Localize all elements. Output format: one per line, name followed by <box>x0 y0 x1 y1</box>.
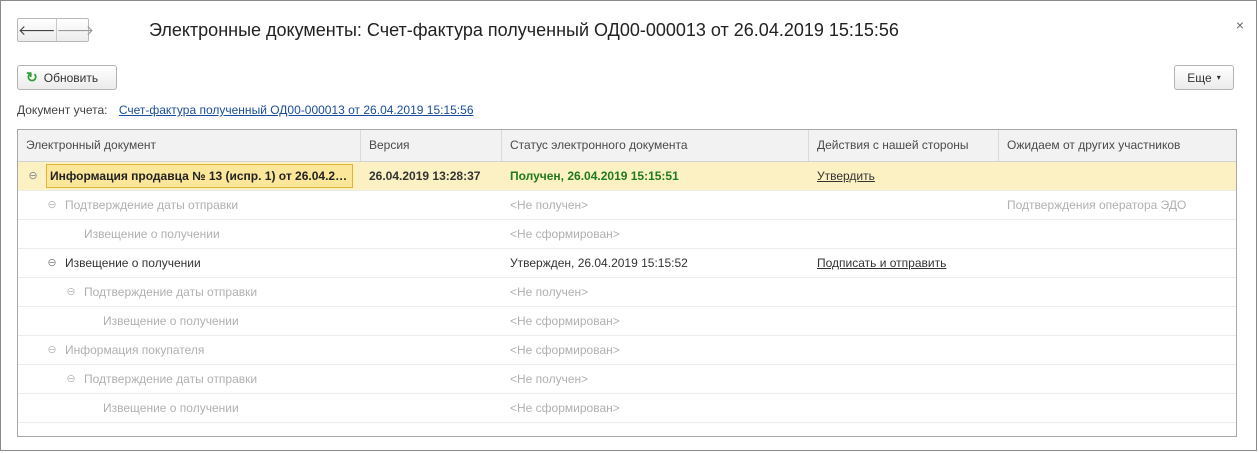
version-cell <box>361 365 502 393</box>
document-name-cell[interactable]: ⊖ Подтверждение даты отправки <box>18 191 361 219</box>
action-link[interactable]: Утвердить <box>817 169 875 183</box>
waiting-cell <box>999 278 1236 306</box>
document-name-cell[interactable]: ⊖ Информация продавца № 13 (испр. 1) от 2… <box>18 162 361 190</box>
table-row[interactable]: ⊖ Информация покупателя <Не сформирован> <box>18 336 1236 365</box>
document-name-cell[interactable]: Извещение о получении <box>18 394 361 422</box>
version-cell <box>361 191 502 219</box>
waiting-cell <box>999 162 1236 190</box>
more-label: Еще <box>1187 70 1212 85</box>
table-row[interactable]: ⊖ Подтверждение даты отправки <Не получен>… <box>18 191 1236 220</box>
waiting-cell <box>999 249 1236 277</box>
collapse-icon[interactable]: ⊖ <box>64 278 78 306</box>
table-row[interactable]: Извещение о получении <Не сформирован> <box>18 220 1236 249</box>
waiting-cell <box>999 307 1236 335</box>
version-cell <box>361 394 502 422</box>
document-name: Информация покупателя <box>65 343 205 357</box>
collapse-icon[interactable]: ⊖ <box>45 191 59 219</box>
waiting-cell <box>999 220 1236 248</box>
document-window: 🡐 🡒 Электронные документы: Счет-фактура … <box>0 0 1257 451</box>
document-name: Извещение о получении <box>65 256 201 270</box>
waiting-cell <box>999 365 1236 393</box>
status-cell: <Не сформирован> <box>510 343 620 357</box>
refresh-label: Обновить <box>43 70 99 85</box>
arrow-right-icon: 🡒 <box>56 21 95 38</box>
document-name-cell[interactable]: ⊖ Подтверждение даты отправки <box>18 365 361 393</box>
accounting-document-link[interactable]: Счет-фактура полученный ОД00-000013 от 2… <box>119 103 474 117</box>
column-header-waiting[interactable]: Ожидаем от других участников <box>999 130 1236 161</box>
document-name: Извещение о получении <box>103 401 239 415</box>
our-actions-cell <box>809 307 999 335</box>
table-row[interactable]: ⊖ Подтверждение даты отправки <Не получен> <box>18 365 1236 394</box>
document-name-cell[interactable]: ⊖ Подтверждение даты отправки <box>18 278 361 306</box>
document-name: Подтверждение даты отправки <box>84 372 258 386</box>
refresh-icon: ↻ <box>26 69 38 85</box>
window-title: Электронные документы: Счет-фактура полу… <box>149 20 899 40</box>
column-header-document[interactable]: Электронный документ <box>18 130 361 161</box>
status-cell: <Не получен> <box>510 198 589 212</box>
waiting-cell <box>999 394 1236 422</box>
column-header-our-actions[interactable]: Действия с нашей стороны <box>809 130 999 161</box>
status-cell: <Не сформирован> <box>510 401 620 415</box>
electronic-documents-table: Электронный документ Версия Статус элект… <box>17 129 1237 437</box>
our-actions-cell: Утвердить <box>809 162 999 190</box>
waiting-cell: Подтверждения оператора ЭДО <box>1007 198 1187 212</box>
document-name: Извещение о получении <box>103 314 239 328</box>
collapse-icon[interactable]: ⊖ <box>64 365 78 393</box>
document-name: Извещение о получении <box>84 227 220 241</box>
version-cell <box>361 220 502 248</box>
table-row[interactable]: Извещение о получении <Не сформирован> <box>18 394 1236 423</box>
status-cell: <Не получен> <box>510 285 589 299</box>
version-cell <box>361 278 502 306</box>
collapse-icon[interactable]: ⊖ <box>45 336 59 364</box>
our-actions-cell <box>809 278 999 306</box>
collapse-icon[interactable]: ⊖ <box>45 249 59 277</box>
document-name: Подтверждение даты отправки <box>65 198 239 212</box>
table-row[interactable]: ⊖ Извещение о получении Утвержден, 26.04.2… <box>18 249 1236 278</box>
waiting-cell <box>999 336 1236 364</box>
document-name-cell[interactable]: ⊖ Информация покупателя <box>18 336 361 364</box>
document-name: Информация продавца № 13 (испр. 1) от 26… <box>45 164 353 188</box>
status-cell: <Не получен> <box>510 372 589 386</box>
our-actions-cell <box>809 365 999 393</box>
our-actions-cell <box>809 336 999 364</box>
version-cell <box>361 249 502 277</box>
collapse-icon[interactable]: ⊖ <box>26 162 40 190</box>
more-button[interactable]: Еще ▾ <box>1174 65 1234 90</box>
chevron-down-icon: ▾ <box>1216 73 1221 82</box>
our-actions-cell: Подписать и отправить <box>809 249 999 277</box>
status-cell: Утвержден, 26.04.2019 15:15:52 <box>510 256 688 270</box>
back-button[interactable]: 🡐 <box>18 19 56 41</box>
table-header: Электронный документ Версия Статус элект… <box>18 130 1236 162</box>
close-icon[interactable]: × <box>1236 17 1244 33</box>
our-actions-cell <box>809 191 999 219</box>
our-actions-cell <box>809 394 999 422</box>
table-row[interactable]: ⊖ Информация продавца № 13 (испр. 1) от 2… <box>18 162 1236 191</box>
column-header-status[interactable]: Статус электронного документа <box>502 130 809 161</box>
our-actions-cell <box>809 220 999 248</box>
status-cell: <Не сформирован> <box>510 227 620 241</box>
document-name-cell[interactable]: ⊖ Извещение о получении <box>18 249 361 277</box>
accounting-document-label: Документ учета: <box>17 103 108 117</box>
table-body: ⊖ Информация продавца № 13 (испр. 1) от 2… <box>18 162 1236 423</box>
refresh-button[interactable]: ↻ Обновить <box>17 65 117 90</box>
table-row[interactable]: Извещение о получении <Не сформирован> <box>18 307 1236 336</box>
status-cell: Получен, 26.04.2019 15:15:51 <box>510 169 679 183</box>
arrow-left-icon: 🡐 <box>18 21 56 38</box>
document-name-cell[interactable]: Извещение о получении <box>18 220 361 248</box>
column-header-version[interactable]: Версия <box>361 130 502 161</box>
status-cell: <Не сформирован> <box>510 314 620 328</box>
version-cell: 26.04.2019 13:28:37 <box>369 169 481 183</box>
table-row[interactable]: ⊖ Подтверждение даты отправки <Не получен> <box>18 278 1236 307</box>
forward-button[interactable]: 🡒 <box>55 19 95 41</box>
action-link[interactable]: Подписать и отправить <box>817 256 946 270</box>
document-name-cell[interactable]: Извещение о получении <box>18 307 361 335</box>
navigation-buttons: 🡐 🡒 <box>17 18 94 42</box>
version-cell <box>361 307 502 335</box>
accounting-document-line: Документ учета: Счет-фактура полученный … <box>17 103 474 117</box>
document-name: Подтверждение даты отправки <box>84 285 258 299</box>
version-cell <box>361 336 502 364</box>
